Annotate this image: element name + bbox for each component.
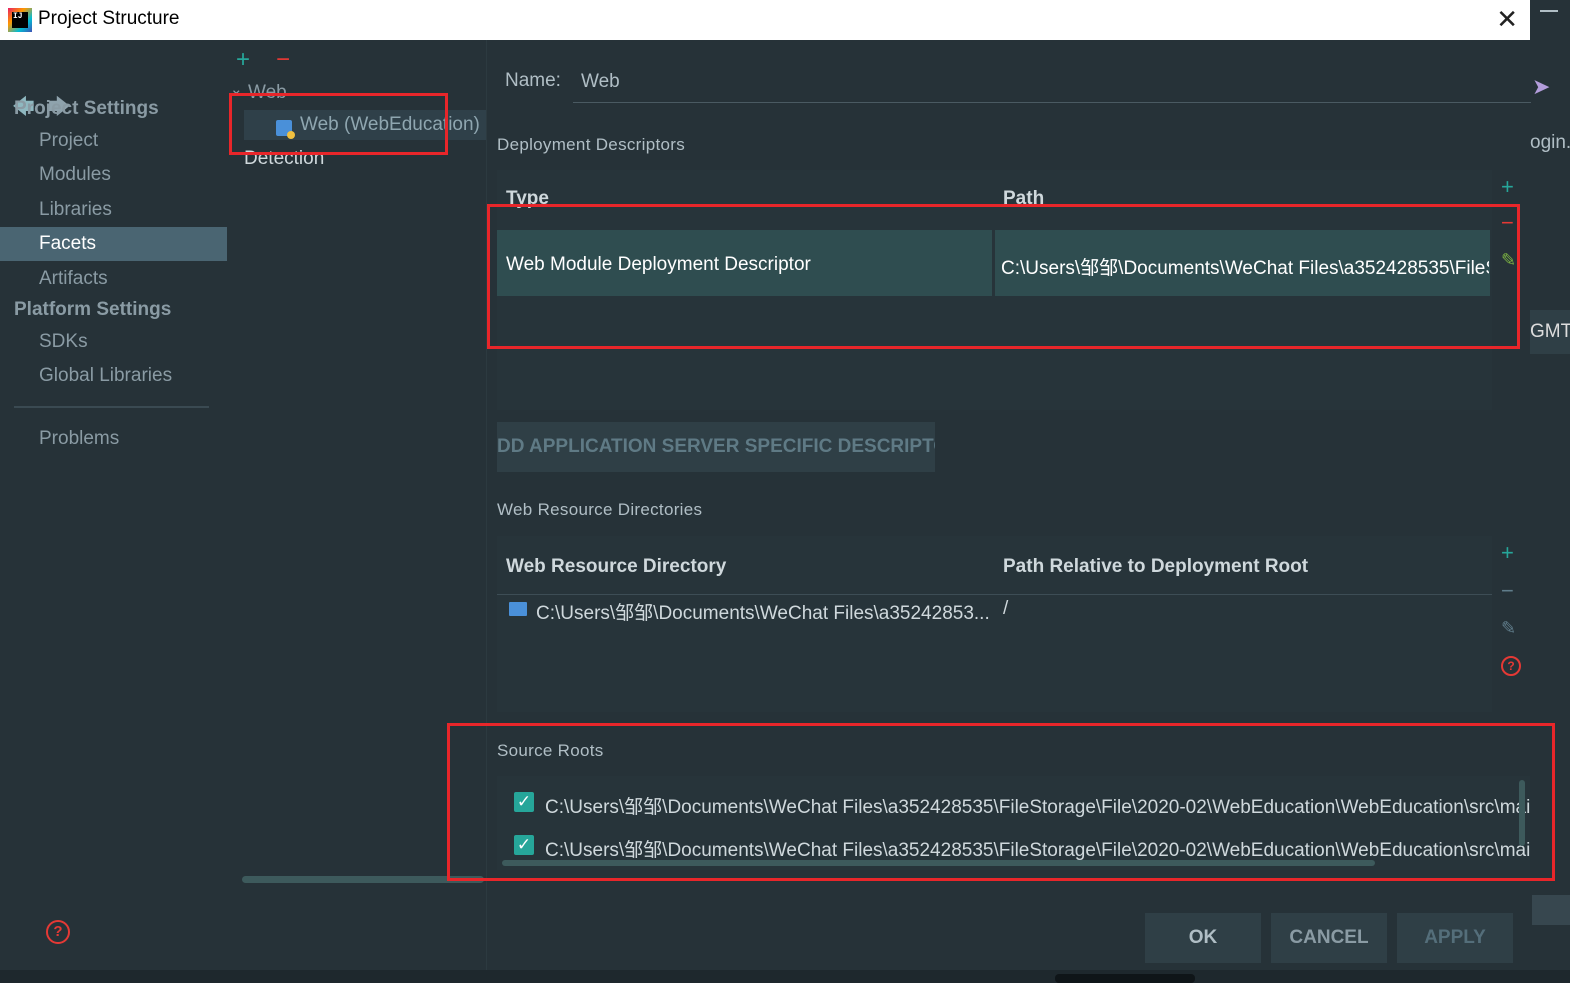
sidebar-item-sdks[interactable]: SDKs xyxy=(0,325,227,359)
sidebar-item-label: SDKs xyxy=(39,331,88,352)
web-resource-table: Web Resource Directory Path Relative to … xyxy=(497,536,1492,712)
sidebar-item-libraries[interactable]: Libraries xyxy=(0,193,227,227)
folder-icon xyxy=(509,602,527,616)
status-bar xyxy=(0,970,1570,983)
background-text: ogin. xyxy=(1530,132,1570,153)
sidebar-item-label: Libraries xyxy=(39,199,112,220)
add-server-descriptor-button[interactable]: DD APPLICATION SERVER SPECIFIC DESCRIPTO… xyxy=(497,422,935,472)
highlight-box-facet xyxy=(229,93,448,155)
edit-web-resource-icon[interactable]: ✎ xyxy=(1501,618,1516,639)
sidebar-item-label: Global Libraries xyxy=(39,365,173,386)
apply-button[interactable]: APPLY xyxy=(1397,913,1513,963)
project-settings-header: Project Settings xyxy=(14,98,159,119)
deployment-descriptors-label: Deployment Descriptors xyxy=(497,135,685,154)
web-resource-directory-cell[interactable]: C:\Users\邹邹\Documents\WeChat Files\a3524… xyxy=(536,598,996,625)
sidebar-item-facets[interactable]: Facets xyxy=(0,227,227,261)
sidebar-item-label: Modules xyxy=(39,164,111,185)
web-resource-directories-label: Web Resource Directories xyxy=(497,500,703,519)
sidebar-item-label: Facets xyxy=(39,233,97,254)
name-field[interactable] xyxy=(573,62,1531,103)
intellij-icon: IJ xyxy=(8,8,32,32)
highlight-box-descriptor xyxy=(487,204,1520,349)
remove-facet-button[interactable]: − xyxy=(276,46,290,74)
web-resource-help-icon[interactable]: ? xyxy=(1501,656,1521,676)
add-descriptor-icon[interactable]: + xyxy=(1501,174,1514,200)
header-divider xyxy=(497,594,1492,595)
sidebar-item-problems[interactable]: Problems xyxy=(0,422,227,456)
add-web-resource-icon[interactable]: + xyxy=(1501,540,1514,566)
minimize-icon xyxy=(1540,10,1558,12)
sidebar-item-project[interactable]: Project xyxy=(0,124,227,158)
sidebar-item-artifacts[interactable]: Artifacts xyxy=(0,262,227,296)
background-block xyxy=(1532,895,1570,925)
column-header-web-resource-directory: Web Resource Directory xyxy=(506,556,727,577)
send-icon: ➤ xyxy=(1532,74,1551,99)
cancel-button[interactable]: CANCEL xyxy=(1271,913,1387,963)
help-icon[interactable]: ? xyxy=(46,920,70,944)
platform-settings-header: Platform Settings xyxy=(14,299,172,320)
relative-path-cell[interactable]: / xyxy=(1003,598,1063,620)
sidebar-item-modules[interactable]: Modules xyxy=(0,158,227,192)
column-header-relative-path: Path Relative to Deployment Root xyxy=(1003,556,1309,577)
title-bar: IJ Project Structure ✕ xyxy=(0,0,1530,40)
window-title: Project Structure xyxy=(38,8,180,29)
ok-button[interactable]: OK xyxy=(1145,913,1261,963)
name-label: Name: xyxy=(505,70,561,91)
sidebar: 🡄 🡆 Project Settings Project Modules Lib… xyxy=(0,40,227,970)
remove-web-resource-icon[interactable]: − xyxy=(1501,578,1514,604)
divider xyxy=(14,406,209,408)
sidebar-item-global-libraries[interactable]: Global Libraries xyxy=(0,359,227,393)
sidebar-item-label: Project xyxy=(39,130,99,151)
sidebar-item-label: Artifacts xyxy=(39,268,108,289)
status-progress xyxy=(1055,974,1195,983)
sidebar-item-label: Problems xyxy=(39,428,120,449)
close-icon[interactable]: ✕ xyxy=(1496,4,1518,35)
background-text-block: GMT xyxy=(1530,310,1570,354)
add-facet-button[interactable]: + xyxy=(236,46,250,74)
highlight-box-source-roots xyxy=(447,723,1555,881)
